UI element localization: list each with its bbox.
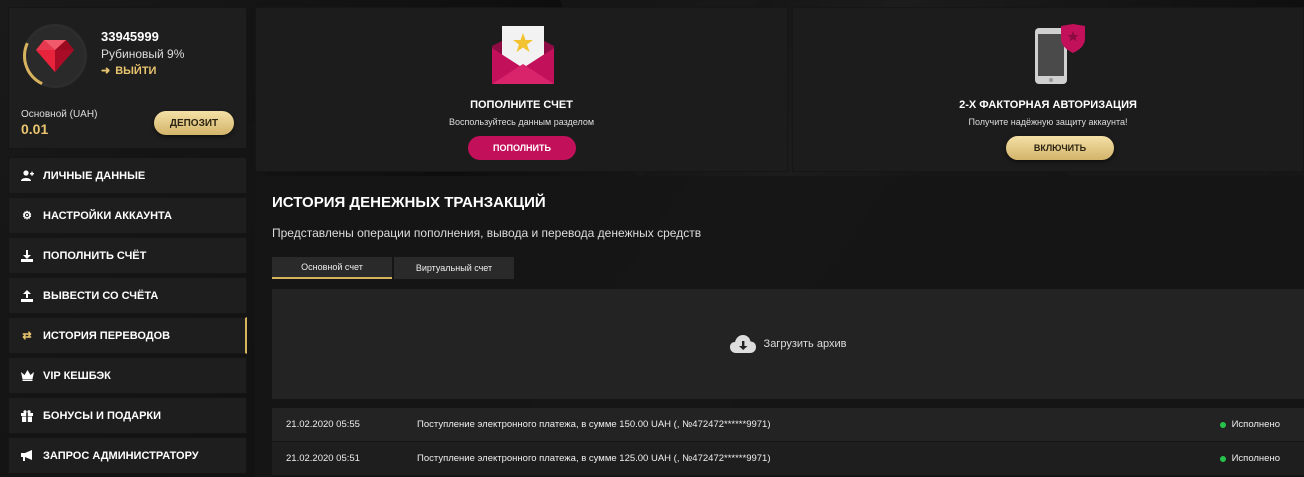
top-up-button[interactable]: ПОПОЛНИТЬ [468,136,576,160]
transaction-status: Исполнено [1219,453,1280,464]
status-dot-icon [1219,455,1226,462]
sidebar-item-label: VIP КЕШБЭК [43,369,111,382]
twofa-promo-card: 2-Х ФАКТОРНАЯ АВТОРИЗАЦИЯ Получите надёж… [792,7,1304,172]
user-id: 33945999 [101,29,159,44]
deposit-promo-card: ПОПОЛНИТЕ СЧЕТ Воспользуйтесь данным раз… [255,7,788,172]
gift-icon [20,409,34,423]
logout-icon: ➜ [101,65,111,77]
download-icon [20,249,34,263]
transaction-status: Исполнено [1219,419,1280,430]
crown-icon [20,369,34,383]
sidebar-item-vip-cashback[interactable]: VIP КЕШБЭК [8,357,247,394]
table-row: 21.02.2020 05:51 Поступление электронног… [272,442,1304,475]
profile-panel: 33945999 Рубиновый 9% ➜ ВЫЙТИ Основной (… [8,7,247,149]
sidebar-item-label: НАСТРОЙКИ АККАУНТА [43,209,172,222]
sidebar-item-label: БОНУСЫ И ПОДАРКИ [43,409,162,422]
page-description: Представлены операции пополнения, вывода… [272,226,702,240]
phone-shield-icon [1035,24,1085,84]
user-plus-icon [20,169,34,183]
megaphone-icon [20,449,34,463]
sidebar-menu: ЛИЧНЫЕ ДАННЫЕ ⚙ НАСТРОЙКИ АККАУНТА ПОПОЛ… [8,157,247,477]
enable-twofa-button[interactable]: ВКЛЮЧИТЬ [1006,136,1114,160]
status-label: Исполнено [1231,419,1280,430]
load-archive-label: Загрузить архив [763,338,847,350]
account-tabs: Основной счет Виртуальный счет [272,257,514,279]
tab-virtual-account[interactable]: Виртуальный счет [394,257,514,279]
status-dot-icon [1219,421,1226,428]
envelope-star-icon [492,26,554,84]
twofa-card-title: 2-Х ФАКТОРНАЯ АВТОРИЗАЦИЯ [959,99,1137,111]
twofa-card-subtitle: Получите надёжную защиту аккаунта! [968,117,1128,127]
gears-icon: ⚙ [22,210,32,222]
page-title: ИСТОРИЯ ДЕНЕЖНЫХ ТРАНЗАКЦИЙ [272,194,546,211]
sidebar-item-label: ЛИЧНЫЕ ДАННЫЕ [43,169,146,182]
cloud-download-icon [729,335,756,353]
transaction-list: 21.02.2020 05:55 Поступление электронног… [272,408,1304,476]
sidebar-item-deposit[interactable]: ПОПОЛНИТЬ СЧЁТ [8,237,247,274]
tab-main-account[interactable]: Основной счет [272,257,392,279]
sidebar-item-label: ВЫВЕСТИ СО СЧЁТА [43,289,159,302]
transaction-description: Поступление электронного платежа, в сумм… [417,419,771,430]
transaction-history-panel: ИСТОРИЯ ДЕНЕЖНЫХ ТРАНЗАКЦИЙ Представлены… [255,176,1304,477]
user-level: Рубиновый 9% [101,47,185,61]
sidebar-item-label: ИСТОРИЯ ПЕРЕВОДОВ [43,329,171,342]
balance-label: Основной (UAH) [21,109,98,120]
status-label: Исполнено [1231,453,1280,464]
sidebar-item-account-settings[interactable]: ⚙ НАСТРОЙКИ АККАУНТА [8,197,247,234]
sidebar-item-bonuses[interactable]: БОНУСЫ И ПОДАРКИ [8,397,247,434]
logout-link[interactable]: ➜ ВЫЙТИ [101,64,157,78]
sidebar-item-label: ПОПОЛНИТЬ СЧЁТ [43,249,147,262]
load-archive-button[interactable]: Загрузить архив [272,289,1304,399]
avatar [13,14,97,98]
deposit-card-subtitle: Воспользуйтесь данным разделом [448,117,595,127]
table-row: 21.02.2020 05:55 Поступление электронног… [272,408,1304,441]
sidebar-item-withdraw[interactable]: ВЫВЕСТИ СО СЧЁТА [8,277,247,314]
logout-label: ВЫЙТИ [115,64,157,77]
transaction-date: 21.02.2020 05:51 [286,453,360,464]
transaction-date: 21.02.2020 05:55 [286,419,360,430]
balance-value: 0.01 [21,121,49,137]
deposit-button[interactable]: ДЕПОЗИТ [154,111,234,135]
ruby-icon [36,40,74,72]
deposit-card-title: ПОПОЛНИТЕ СЧЕТ [470,99,573,111]
sidebar-item-transfer-history[interactable]: ⇄ ИСТОРИЯ ПЕРЕВОДОВ [8,317,247,354]
upload-icon [20,289,34,303]
sidebar-item-admin-request[interactable]: ЗАПРОС АДМИНИСТРАТОРУ [8,437,247,474]
sidebar-item-personal-data[interactable]: ЛИЧНЫЕ ДАННЫЕ [8,157,247,194]
sidebar-item-label: ЗАПРОС АДМИНИСТРАТОРУ [43,449,199,462]
exchange-icon: ⇄ [22,330,32,342]
transaction-description: Поступление электронного платежа, в сумм… [417,453,771,464]
